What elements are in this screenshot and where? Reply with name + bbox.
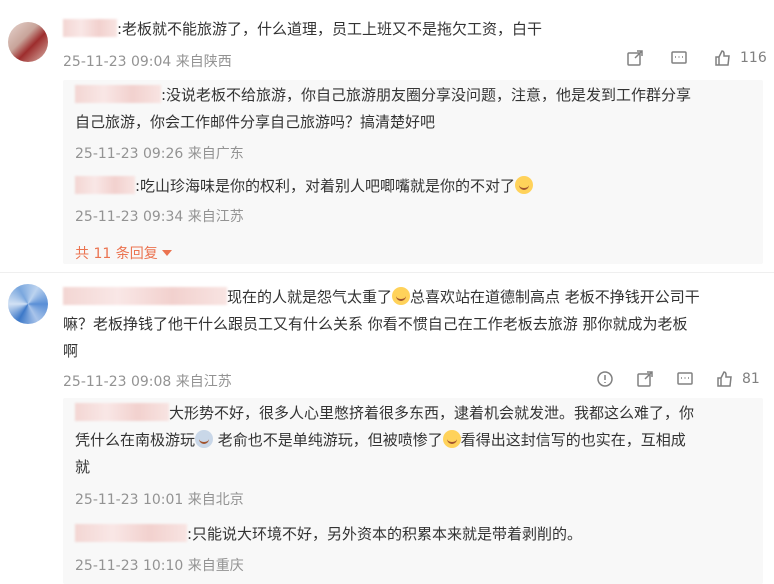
- comment-text: 现在的人就是怨气太重了: [227, 288, 393, 306]
- reply-1: :没说老板不给旅游，你自己旅游朋友圈分享没问题，注意，他是发到工作群分享 自己旅…: [75, 82, 691, 136]
- location: 来自江苏: [187, 209, 244, 225]
- username[interactable]: [75, 176, 135, 194]
- timestamp: 25-11-23 10:10: [75, 558, 184, 574]
- like-icon: [716, 370, 734, 388]
- comment-text: 啊: [63, 342, 79, 360]
- location: 来自北京: [187, 492, 244, 508]
- location: 来自广东: [187, 146, 244, 162]
- comment-icon[interactable]: [676, 370, 694, 388]
- comment-text: 嘛？老板挣钱了他干什么跟员工又有什么关系 你看不惯自己在工作老板去旅游 那你就成…: [63, 315, 688, 333]
- more-replies-label: 共 11 条回复: [75, 246, 158, 262]
- username[interactable]: [75, 524, 187, 542]
- reply-meta: 25-11-23 10:01 来自北京: [75, 489, 244, 509]
- reply-list: 大形势不好，很多人心里憋挤着很多东西，逮着机会就发泄。我都这么难了，你 凭什么在…: [63, 398, 763, 584]
- reply-text: 大形势不好，很多人心里憋挤着很多东西，逮着机会就发泄。我都这么难了，你: [169, 404, 695, 422]
- reply-text: :只能说大环境不好，另外资本的积累本来就是带着剥削的。: [187, 525, 583, 543]
- comment-actions: 81: [596, 370, 760, 388]
- reply-text: 看得出这封信写的也实在，互相成: [460, 431, 686, 449]
- caret-down-icon: [162, 250, 173, 256]
- comment-meta: 25-11-23 09:04 来自陕西: [63, 51, 232, 71]
- reply-text: :吃山珍海味是你的权利，对着别人吧唧嘴就是你的不对了: [135, 177, 516, 195]
- comment-text: :老板就不能旅游了，什么道理，员工上班又不是拖欠工资，白干: [117, 20, 543, 38]
- comment-text: 总喜欢站在道德制高点 老板不挣钱开公司干: [410, 288, 700, 306]
- grin-emoji-icon: [515, 176, 534, 194]
- location: 来自陕西: [175, 54, 232, 70]
- avatar[interactable]: [8, 22, 48, 62]
- reply-2: :吃山珍海味是你的权利，对着别人吧唧嘴就是你的不对了: [75, 173, 534, 200]
- location: 来自重庆: [187, 558, 244, 574]
- like-count: 116: [740, 50, 767, 66]
- reply-1: 大形势不好，很多人心里憋挤着很多东西，逮着机会就发泄。我都这么难了，你 凭什么在…: [75, 400, 694, 481]
- reply-text: :没说老板不给旅游，你自己旅游朋友圈分享没问题，注意，他是发到工作群分享: [161, 86, 692, 104]
- comment-icon[interactable]: [670, 49, 688, 67]
- timestamp: 25-11-23 09:26: [75, 146, 184, 162]
- comment-2: 现在的人就是怨气太重了 总喜欢站在道德制高点 老板不挣钱开公司干 嘛？老板挣钱了他…: [63, 284, 763, 365]
- laugh-emoji-icon: [442, 430, 461, 448]
- grimace-emoji-icon: [392, 287, 411, 305]
- reply-text: 凭什么在南极游玩: [75, 431, 196, 449]
- comment-1: :老板就不能旅游了，什么道理，员工上班又不是拖欠工资，白干: [63, 16, 542, 43]
- username[interactable]: [63, 287, 227, 305]
- reply-meta: 25-11-23 09:34 来自江苏: [75, 206, 244, 226]
- timestamp: 25-11-23 09:34: [75, 209, 184, 225]
- report-icon[interactable]: [596, 370, 614, 388]
- location: 来自江苏: [175, 374, 232, 390]
- scream-emoji-icon: [195, 430, 214, 448]
- like-icon: [714, 49, 732, 67]
- avatar[interactable]: [8, 284, 48, 324]
- comment-meta: 25-11-23 09:08 来自江苏: [63, 371, 232, 391]
- share-icon[interactable]: [636, 370, 654, 388]
- reply-list: :没说老板不给旅游，你自己旅游朋友圈分享没问题，注意，他是发到工作群分享 自己旅…: [63, 80, 763, 264]
- like-button[interactable]: 81: [716, 370, 760, 388]
- reply-meta: 25-11-23 09:26 来自广东: [75, 143, 244, 163]
- like-button[interactable]: 116: [714, 49, 767, 67]
- comment-actions: 116: [626, 49, 767, 67]
- timestamp: 25-11-23 09:04: [63, 54, 172, 70]
- reply-text: 自己旅游，你会工作邮件分享自己旅游吗？搞清楚好吧: [75, 113, 436, 131]
- more-replies-link[interactable]: 共 11 条回复: [75, 243, 173, 263]
- reply-meta: 25-11-23 10:10 来自重庆: [75, 555, 244, 575]
- like-count: 81: [742, 371, 760, 387]
- reply-2: :只能说大环境不好，另外资本的积累本来就是带着剥削的。: [75, 521, 582, 548]
- username[interactable]: [75, 85, 161, 103]
- reply-text: 就: [75, 458, 91, 476]
- reply-text: 老俞也不是单纯游玩，但被喷惨了: [213, 431, 443, 449]
- share-icon[interactable]: [626, 49, 644, 67]
- timestamp: 25-11-23 10:01: [75, 492, 184, 508]
- username[interactable]: [75, 403, 169, 421]
- username[interactable]: [63, 19, 117, 37]
- divider: [0, 272, 774, 273]
- timestamp: 25-11-23 09:08: [63, 374, 172, 390]
